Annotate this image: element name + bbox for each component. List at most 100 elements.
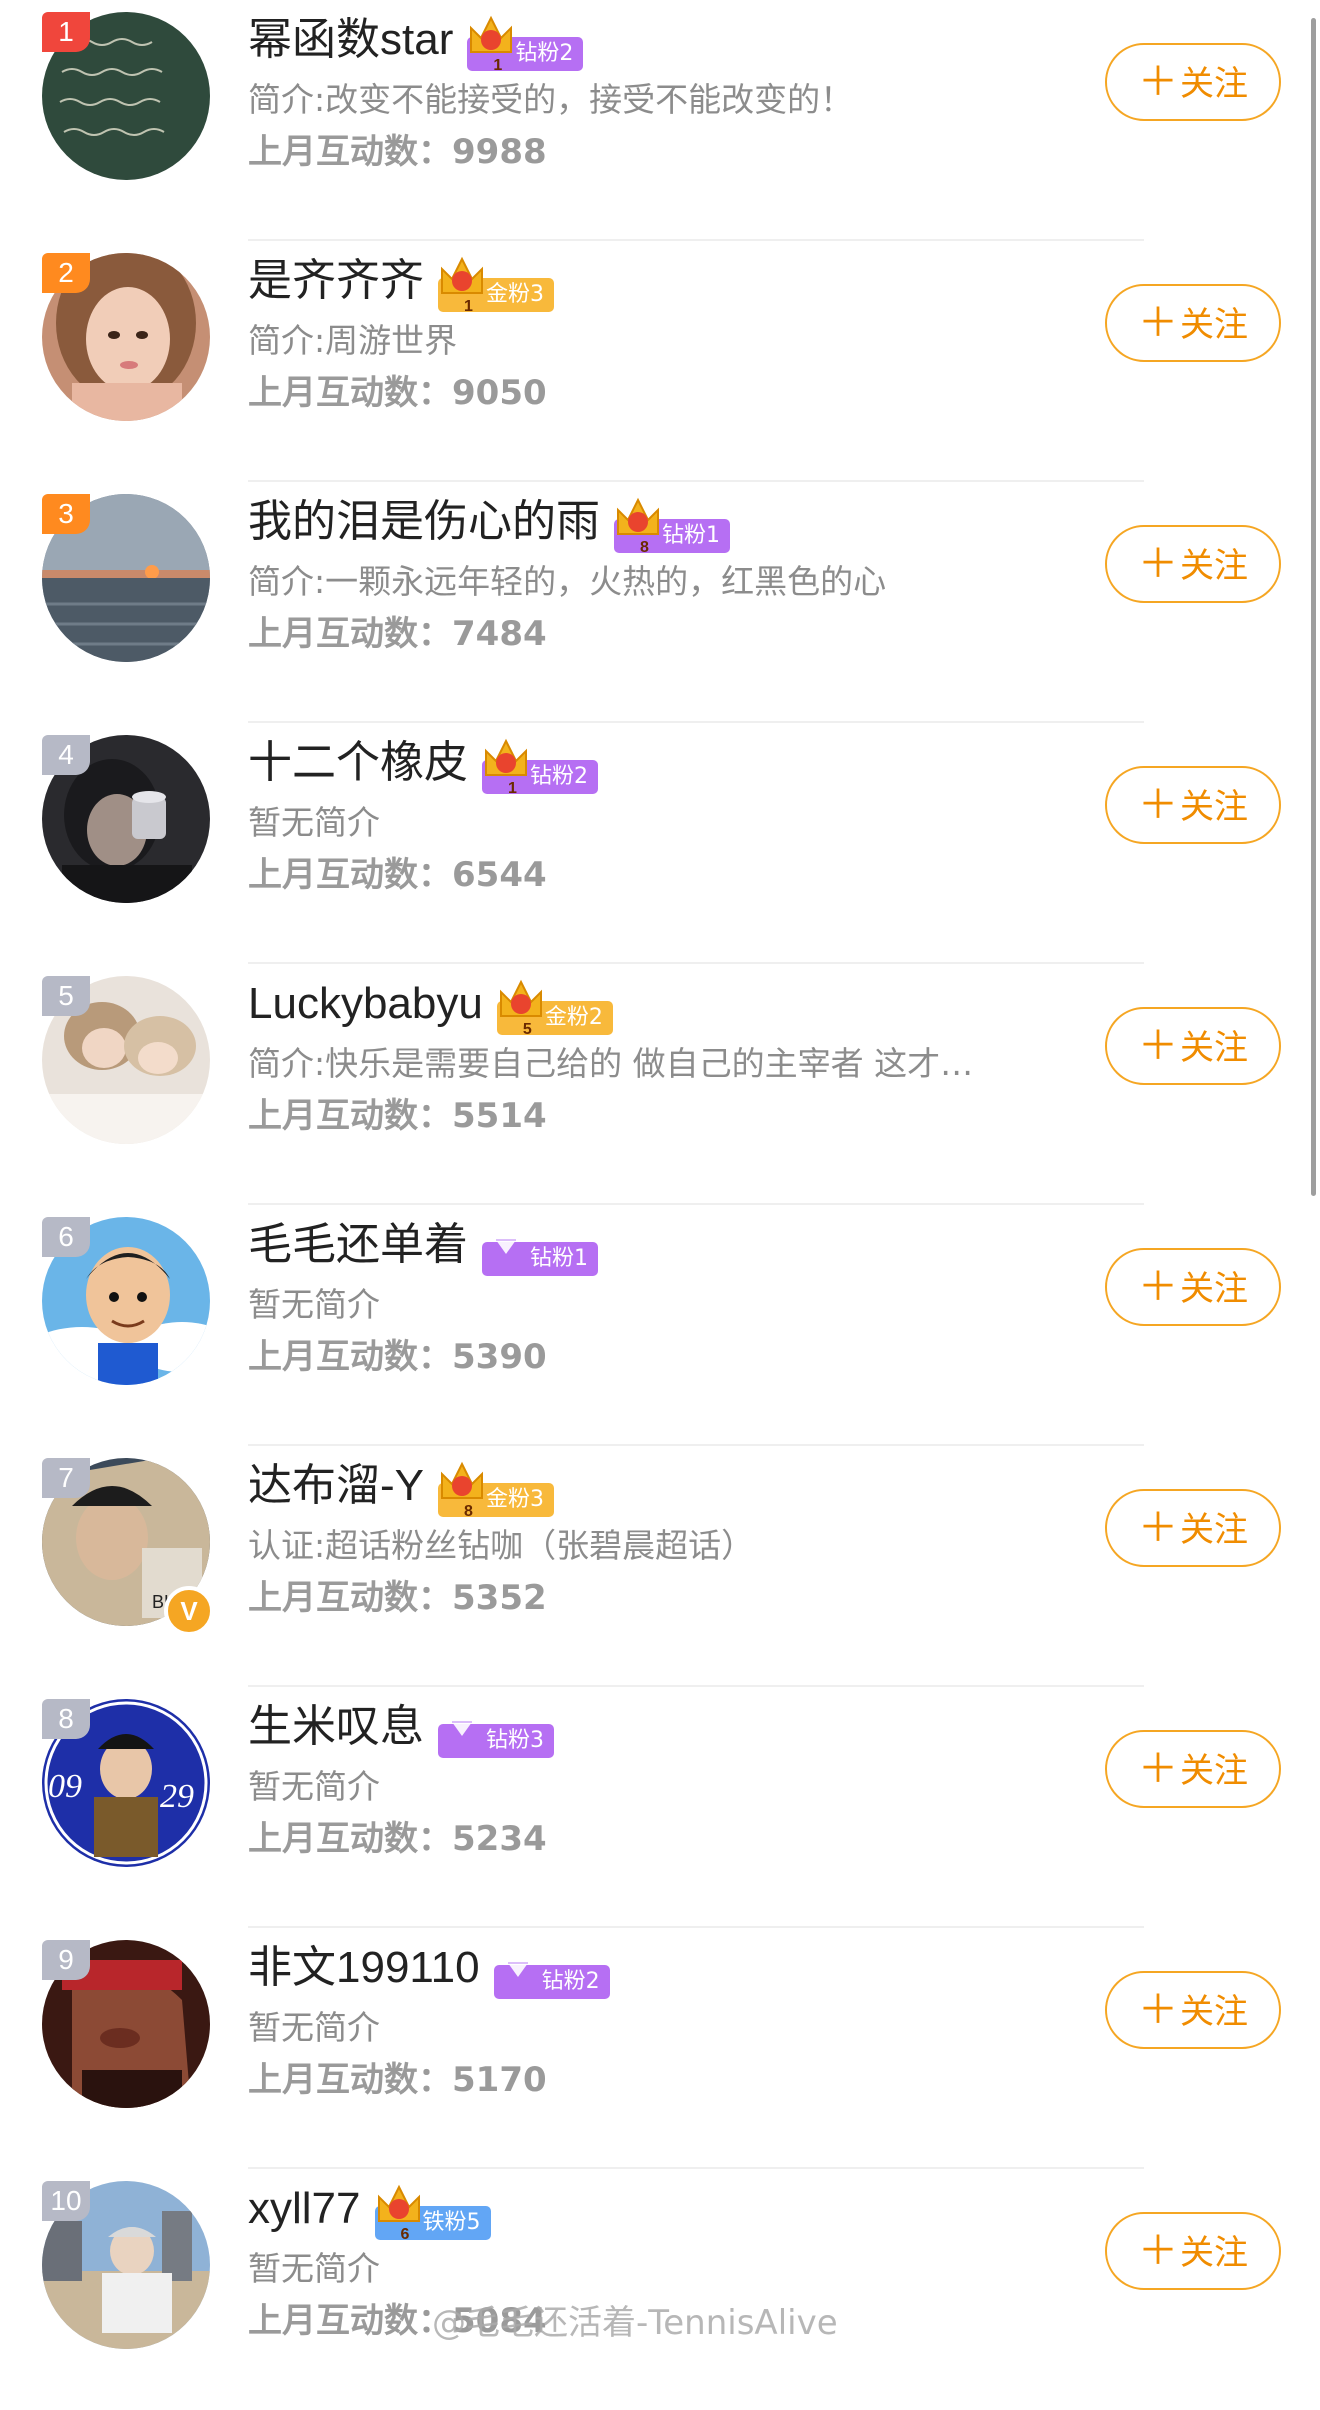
user-name-line: 非文199110 钻粉2 [248,1942,610,2000]
rank-badge: 10 [42,2181,90,2221]
monthly-interactions: 上月互动数：9050 [248,373,547,413]
rank-badge: 8 [42,1699,90,1739]
follow-button[interactable]: ＋关注 [1105,2212,1281,2290]
fan-list-item[interactable]: 1 幂函数star 1 钻粉2 简介:改变不能接受的，接受不能改变的！ 上月互动… [0,0,1320,241]
user-name[interactable]: 达布溜-Y [248,1461,424,1510]
follow-button[interactable]: ＋关注 [1105,1489,1281,1567]
plus-icon: ＋ [1138,2228,1178,2274]
user-name-line: 达布溜-Y 8 金粉3 [248,1460,554,1520]
fan-level-badge: 5 金粉2 [496,980,613,1038]
user-bio: 暂无简介 [248,1285,380,1324]
rank-badge: 3 [42,494,90,534]
plus-icon: ＋ [1138,300,1178,346]
rank-badge: 6 [42,1217,90,1257]
user-name[interactable]: xyll77 [248,2184,361,2233]
rank-badge: 7 [42,1458,90,1498]
user-name-line: xyll77 6 铁粉5 [248,2183,491,2243]
fan-list-item[interactable]: BL 7 V 达布溜-Y 8 金粉3 认证:超话粉丝钻咖（张碧晨超话） 上月互动… [0,1446,1320,1687]
crown-level: 6 [400,2226,410,2244]
user-name-line: Luckybabyu 5 金粉2 [248,978,613,1038]
user-name-line: 生米叹息 钻粉3 [248,1701,554,1759]
plus-icon: ＋ [1138,541,1178,587]
monthly-interactions: 上月互动数：7484 [248,614,547,654]
svg-text:29: 29 [160,1778,194,1815]
fan-list-item[interactable]: 2 是齐齐齐 1 金粉3 简介:周游世界 上月互动数：9050 ＋关注 [0,241,1320,482]
follow-button[interactable]: ＋关注 [1105,1730,1281,1808]
follow-button[interactable]: ＋关注 [1105,1248,1281,1326]
crown-level: 1 [508,780,517,798]
follow-label: 关注 [1180,64,1248,104]
fan-list-item[interactable]: 9 非文199110 钻粉2 暂无简介 上月互动数：5170 ＋关注 [0,1928,1320,2169]
user-name-line: 是齐齐齐 1 金粉3 [248,255,554,315]
follow-label: 关注 [1180,546,1248,586]
follow-label: 关注 [1180,1028,1248,1068]
fan-level-badge: 1 钻粉2 [482,739,598,797]
follow-button[interactable]: ＋关注 [1105,43,1281,121]
plus-icon: ＋ [1138,1746,1178,1792]
crown-icon [470,16,513,54]
fan-list-item[interactable]: 6 毛毛还单着 钻粉1 暂无简介 上月互动数：5390 ＋关注 [0,1205,1320,1446]
rank-badge: 2 [42,253,90,293]
user-name[interactable]: Luckybabyu [248,979,483,1028]
crown-icon [441,257,483,295]
svg-text:09: 09 [48,1768,82,1805]
crown-icon [617,498,659,536]
monthly-interactions: 上月互动数：5352 [248,1578,547,1618]
user-name[interactable]: 幂函数star [248,15,453,64]
user-bio: 暂无简介 [248,2249,380,2288]
fan-level-badge: 6 铁粉5 [374,2185,491,2243]
diamond-icon [496,1234,516,1255]
follow-button[interactable]: ＋关注 [1105,1007,1281,1085]
follow-button[interactable]: ＋关注 [1105,1971,1281,2049]
user-name[interactable]: 生米叹息 [248,1702,424,1751]
fan-level-badge: 1 钻粉2 [467,16,584,74]
user-name[interactable]: 十二个橡皮 [248,738,468,787]
plus-icon: ＋ [1138,1987,1178,2033]
plus-icon: ＋ [1138,1264,1178,1310]
fan-level-badge: 1 金粉3 [438,257,554,315]
fan-list-item[interactable]: 3 我的泪是伤心的雨 8 钻粉1 简介:一颗永远年轻的，火热的，红黑色的心 上月… [0,482,1320,723]
fan-level-badge: 钻粉3 [438,1707,554,1759]
follow-button[interactable]: ＋关注 [1105,525,1281,603]
verified-icon: V [164,1586,214,1636]
plus-icon: ＋ [1138,59,1178,105]
fan-list-item[interactable]: 10 xyll77 6 铁粉5 暂无简介 上月互动数：5084 ＋关注 [0,2169,1320,2410]
fan-level-badge: 钻粉2 [493,1948,610,2000]
rank-badge: 4 [42,735,90,775]
user-bio: 认证:超话粉丝钻咖（张碧晨超话） [248,1526,755,1565]
watermark: @毛毛还活着-TennisAlive [432,2303,838,2343]
fan-level-badge: 8 金粉3 [438,1462,554,1520]
follow-button[interactable]: ＋关注 [1105,284,1281,362]
fan-level-badge: 钻粉1 [482,1225,598,1277]
monthly-interactions: 上月互动数：5514 [248,1096,547,1136]
follow-label: 关注 [1180,1992,1248,2032]
scrollbar[interactable] [1311,18,1316,1196]
user-name[interactable]: 毛毛还单着 [248,1220,468,1269]
crown-icon [377,2185,420,2223]
follow-label: 关注 [1180,305,1248,345]
monthly-interactions: 上月互动数：6544 [248,855,547,895]
follow-label: 关注 [1180,1510,1248,1550]
user-bio: 简介:快乐是需要自己给的 做自己的主宰者 这才… [248,1044,974,1083]
fan-list-item[interactable]: 4 十二个橡皮 1 钻粉2 暂无简介 上月互动数：6544 ＋关注 [0,723,1320,964]
fan-list-item[interactable]: 5 Luckybabyu 5 金粉2 简介:快乐是需要自己给的 做自己的主宰者 … [0,964,1320,1205]
diamond-icon [507,1957,528,1978]
user-name-line: 毛毛还单着 钻粉1 [248,1219,598,1277]
user-name[interactable]: 是齐齐齐 [248,256,424,305]
user-name[interactable]: 我的泪是伤心的雨 [248,497,600,546]
user-bio: 简介:周游世界 [248,321,458,360]
fan-list-item[interactable]: 09 29 8 生米叹息 钻粉3 暂无简介 上月互动数：5234 ＋关注 [0,1687,1320,1928]
user-bio: 暂无简介 [248,2008,380,2047]
plus-icon: ＋ [1138,782,1178,828]
user-bio: 简介:一颗永远年轻的，火热的，红黑色的心 [248,562,887,601]
diamond-icon [452,1716,472,1737]
user-name[interactable]: 非文199110 [248,1943,480,1992]
monthly-interactions: 上月互动数：5234 [248,1819,547,1859]
fan-level-badge: 8 钻粉1 [614,498,730,556]
monthly-interactions: 上月互动数：5170 [248,2060,547,2100]
crown-icon [499,980,542,1018]
fan-ranking-list: 1 幂函数star 1 钻粉2 简介:改变不能接受的，接受不能改变的！ 上月互动… [0,0,1320,2410]
follow-label: 关注 [1180,1751,1248,1791]
crown-icon [485,739,527,777]
follow-button[interactable]: ＋关注 [1105,766,1281,844]
